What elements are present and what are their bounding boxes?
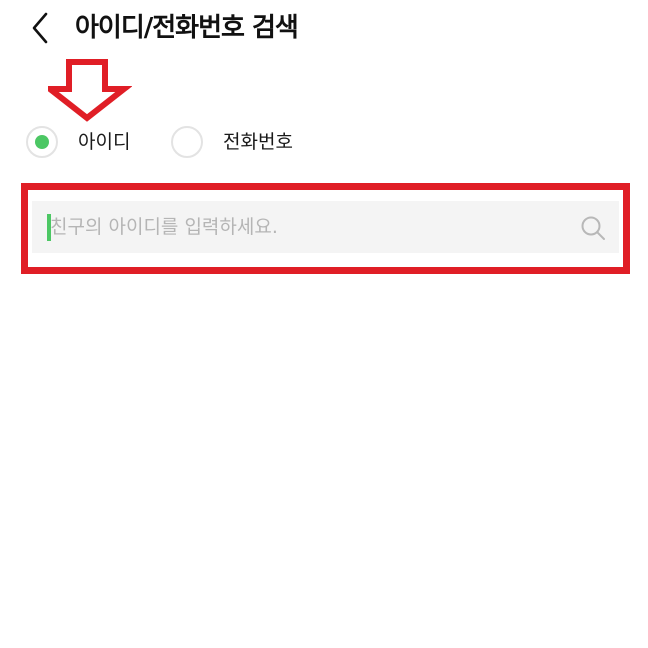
radio-selected-dot: [35, 135, 49, 149]
search-icon[interactable]: [580, 215, 606, 241]
radio-option-phone[interactable]: 전화번호: [171, 122, 311, 166]
header-bar: 아이디/전화번호 검색: [0, 0, 648, 56]
annotation-down-arrow-icon: [48, 59, 132, 122]
page-title: 아이디/전화번호 검색: [75, 13, 299, 43]
radio-button-unchecked[interactable]: [171, 126, 203, 158]
back-button[interactable]: [24, 8, 60, 48]
radio-label-id: 아이디: [78, 131, 131, 153]
search-placeholder: 친구의 아이디를 입력하세요.: [50, 216, 278, 238]
search-input[interactable]: 친구의 아이디를 입력하세요.: [32, 201, 619, 253]
chevron-left-icon: [32, 12, 48, 44]
radio-option-id[interactable]: 아이디: [26, 122, 146, 166]
radio-label-phone: 전화번호: [223, 131, 293, 153]
search-type-radio-group: 아이디 전화번호: [0, 122, 648, 166]
friend-search-screen: 아이디/전화번호 검색 아이디 전화번호 친구의 아이디를 입력하세요.: [0, 0, 648, 648]
radio-button-checked[interactable]: [26, 126, 58, 158]
